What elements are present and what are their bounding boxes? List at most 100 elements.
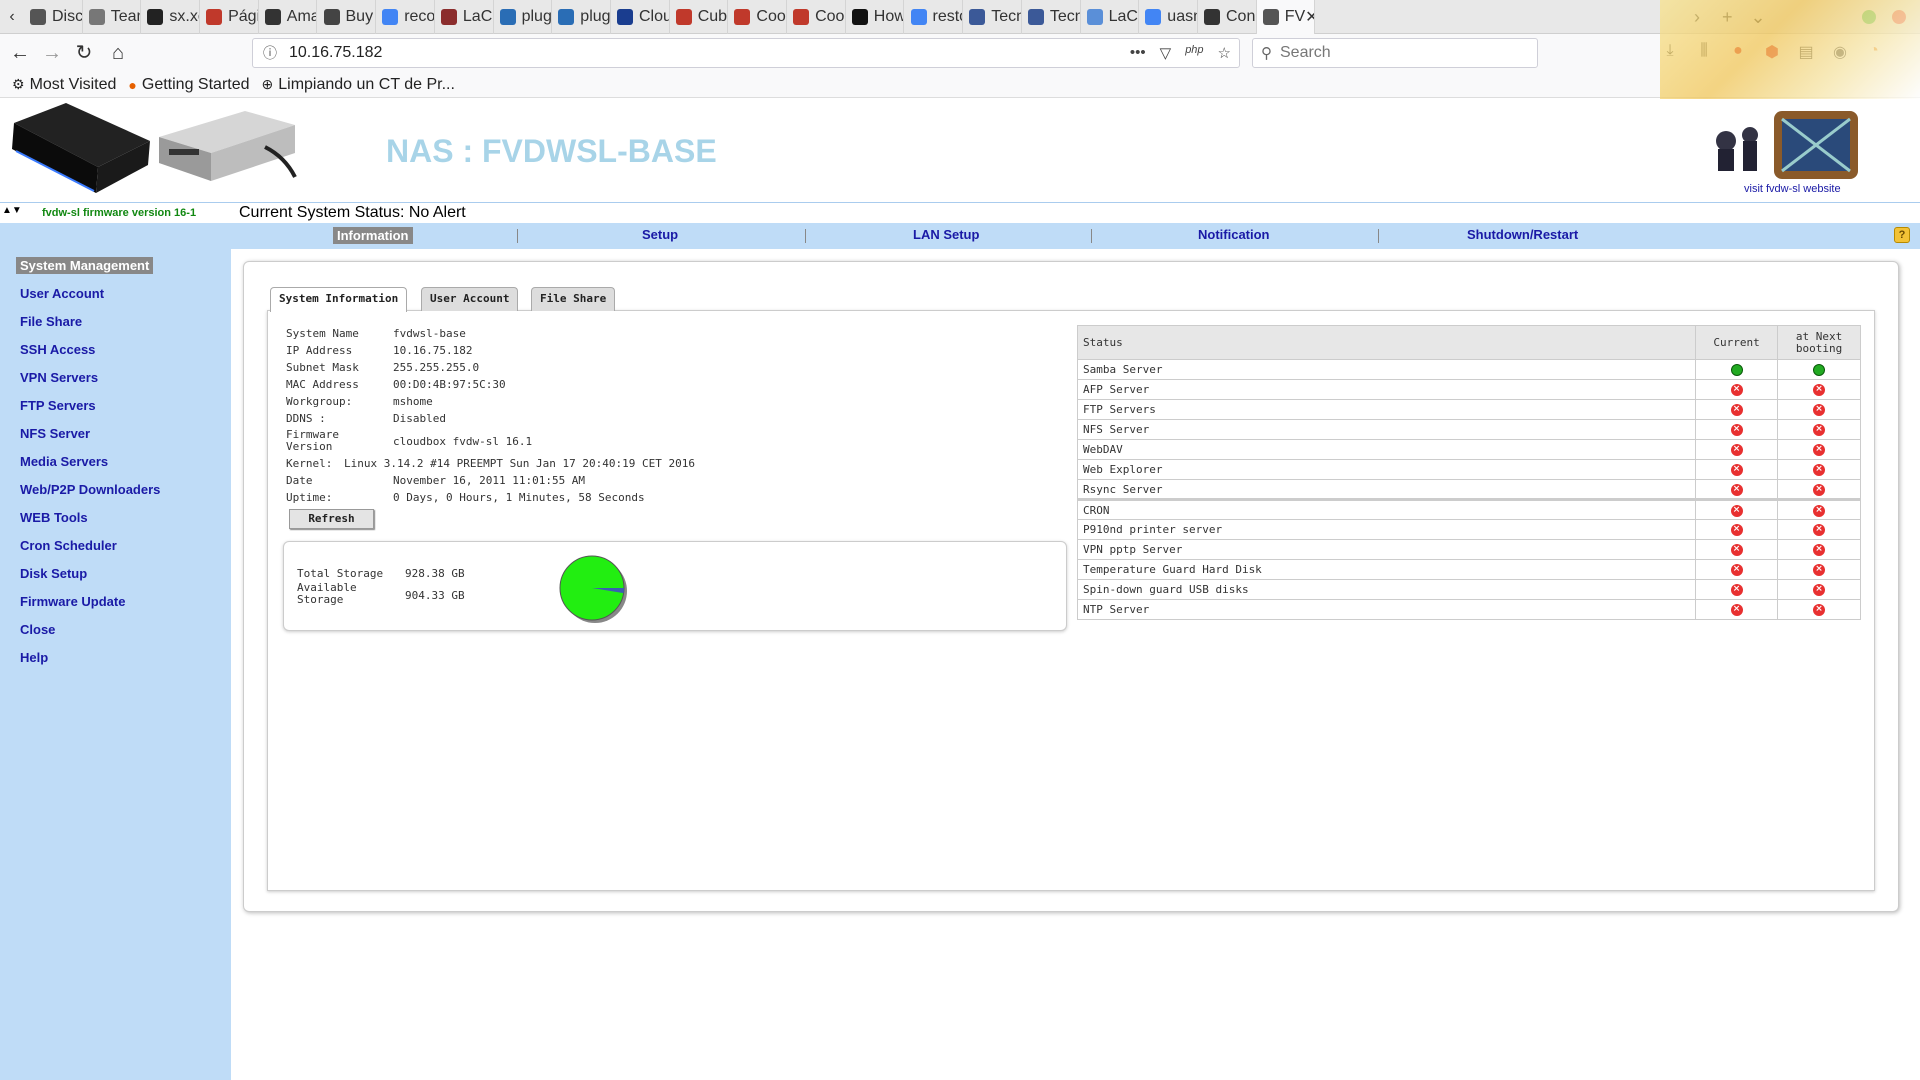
search-bar[interactable]: ⚲ Search: [1252, 38, 1538, 68]
bookmark-limpiando[interactable]: ⊕ Limpiando un CT de Pr...: [262, 76, 455, 94]
service-next-boot-status: ×: [1777, 479, 1861, 500]
browser-tab[interactable]: Tecn: [963, 0, 1022, 34]
extension-m-icon[interactable]: ●: [1728, 42, 1748, 62]
tab-user-account[interactable]: User Account: [421, 287, 519, 311]
browser-tab[interactable]: resto: [905, 0, 964, 34]
bookmark-most-visited[interactable]: ⚙ Most Visited: [12, 76, 116, 94]
sidebar-item-close[interactable]: Close: [20, 622, 55, 637]
tab-favicon-icon: [1204, 9, 1220, 25]
list-all-tabs-icon[interactable]: ⌄: [1751, 7, 1766, 28]
tab-favicon-icon: [264, 9, 281, 25]
home-icon[interactable]: ⌂: [104, 39, 132, 67]
menu-notification[interactable]: Notification: [1198, 227, 1270, 242]
sidebar-item-ftp-servers[interactable]: FTP Servers: [20, 398, 96, 413]
extension-icon[interactable]: ◉: [1830, 42, 1850, 62]
browser-tab[interactable]: pluge: [552, 0, 611, 34]
sidebar-item-system-management[interactable]: System Management: [16, 257, 154, 274]
sidebar-item-nfs-server[interactable]: NFS Server: [20, 426, 90, 441]
menu-separator: [805, 229, 806, 243]
sidebar-toggle-icon[interactable]: ▤: [1796, 42, 1816, 62]
help-icon[interactable]: ?: [1894, 227, 1910, 243]
window-maximize-icon[interactable]: [1862, 10, 1876, 24]
browser-tab[interactable]: How: [846, 0, 905, 34]
tab-label: Ama: [286, 8, 318, 25]
browser-tab[interactable]: Con: [1198, 0, 1257, 34]
forward-icon[interactable]: →: [38, 39, 66, 67]
browser-tab[interactable]: plugc: [494, 0, 553, 34]
tab-scroll-left-icon[interactable]: ‹: [0, 0, 24, 34]
browser-tab[interactable]: sx.xe: [141, 0, 201, 34]
tab-scroll-right-icon[interactable]: ›: [1694, 7, 1700, 28]
search-placeholder[interactable]: Search: [1280, 44, 1331, 62]
browser-tab[interactable]: LaCi: [435, 0, 494, 34]
refresh-button[interactable]: Refresh: [289, 509, 374, 529]
sidebar-item-media-servers[interactable]: Media Servers: [20, 454, 108, 469]
service-current-status: ×: [1695, 579, 1779, 600]
tab-label: resto: [932, 8, 963, 25]
sidebar-item-user-account[interactable]: User Account: [20, 286, 104, 301]
menu-setup[interactable]: Setup: [642, 227, 678, 242]
page-title: NAS : FVDWSL-BASE: [386, 133, 717, 169]
tab-favicon-icon: [1086, 9, 1103, 25]
php-badge[interactable]: php: [1185, 44, 1203, 62]
tab-file-share[interactable]: File Share: [531, 287, 616, 311]
browser-tab[interactable]: Tecn: [1022, 0, 1081, 34]
window-close-icon[interactable]: [1892, 10, 1906, 24]
table-row: FTP Servers × ×: [1076, 399, 1861, 420]
url-bar[interactable]: ⓘ 10.16.75.182 ••• ▽ php ☆: [252, 38, 1240, 68]
browser-tab[interactable]: uasn: [1139, 0, 1198, 34]
browser-tab[interactable]: LaCi: [1081, 0, 1140, 34]
new-tab-icon[interactable]: +: [1722, 7, 1733, 28]
library-icon[interactable]: ⫼: [1694, 42, 1714, 62]
site-info-icon[interactable]: ⓘ: [263, 43, 277, 63]
browser-tab[interactable]: Clou: [611, 0, 670, 34]
browser-tab[interactable]: Ama: [259, 0, 318, 34]
browser-tab[interactable]: Team: [83, 0, 142, 34]
menu-shutdown-restart[interactable]: Shutdown/Restart: [1467, 227, 1578, 242]
sidebar-item-ssh-access[interactable]: SSH Access: [20, 342, 95, 357]
tab-label: recov: [404, 8, 435, 25]
pocket-icon[interactable]: ▽: [1160, 44, 1172, 62]
tab-favicon-icon: [440, 9, 457, 25]
sidebar-item-disk-setup[interactable]: Disk Setup: [20, 566, 87, 581]
menu-lan-setup[interactable]: LAN Setup: [913, 227, 979, 242]
page-actions-icon[interactable]: •••: [1130, 44, 1146, 62]
browser-tab[interactable]: Buy: [318, 0, 377, 34]
bookmark-getting-started[interactable]: ● Getting Started: [128, 76, 249, 94]
rss-icon[interactable]: ◔: [1864, 42, 1884, 62]
browser-navigation-bar: ← → ↻ ⌂ ⓘ 10.16.75.182 ••• ▽ php ☆ ⚲ Sea…: [0, 34, 1920, 72]
visit-website-link[interactable]: visit fvdw-sl website: [1744, 183, 1841, 195]
tab-favicon-icon: [323, 9, 340, 25]
downloads-icon[interactable]: ⤓: [1660, 42, 1680, 62]
browser-tab[interactable]: recov: [376, 0, 435, 34]
browser-tab[interactable]: FV✕: [1256, 0, 1316, 34]
service-name: NTP Server: [1076, 599, 1697, 620]
browser-tab[interactable]: Coop: [787, 0, 846, 34]
back-icon[interactable]: ←: [6, 39, 34, 67]
collapse-header-icon[interactable]: ▲▼: [2, 205, 22, 216]
browser-tab[interactable]: Cuba: [670, 0, 729, 34]
sidebar-item-vpn-servers[interactable]: VPN Servers: [20, 370, 98, 385]
sidebar-item-help[interactable]: Help: [20, 650, 48, 665]
status-stopped-icon: ×: [1730, 504, 1743, 517]
menu-information[interactable]: Information: [333, 227, 413, 244]
bookmark-star-icon[interactable]: ☆: [1218, 44, 1231, 62]
header-current: Current: [1695, 325, 1779, 360]
browser-tab[interactable]: Coop: [728, 0, 788, 34]
sidebar-item-file-share[interactable]: File Share: [20, 314, 82, 329]
close-tab-icon[interactable]: ✕: [1305, 7, 1314, 27]
adblock-icon[interactable]: ⬢: [1762, 42, 1782, 62]
sidebar-item-cron-scheduler[interactable]: Cron Scheduler: [20, 538, 117, 553]
service-current-status: ×: [1695, 559, 1779, 580]
sidebar-item-web-p2p-downloaders[interactable]: Web/P2P Downloaders: [20, 482, 160, 497]
tab-system-information[interactable]: System Information: [270, 287, 408, 312]
reload-icon[interactable]: ↻: [70, 39, 98, 67]
status-stopped-icon: ×: [1813, 564, 1826, 576]
sidebar-item-web-tools[interactable]: WEB Tools: [20, 510, 88, 525]
service-current-status: ×: [1695, 419, 1779, 440]
browser-tab[interactable]: Págir: [200, 0, 259, 34]
url-text[interactable]: 10.16.75.182: [289, 44, 382, 62]
browser-tab[interactable]: Disc: [24, 0, 83, 34]
status-stopped-icon: ×: [1813, 464, 1826, 476]
sidebar-item-firmware-update[interactable]: Firmware Update: [20, 594, 125, 609]
